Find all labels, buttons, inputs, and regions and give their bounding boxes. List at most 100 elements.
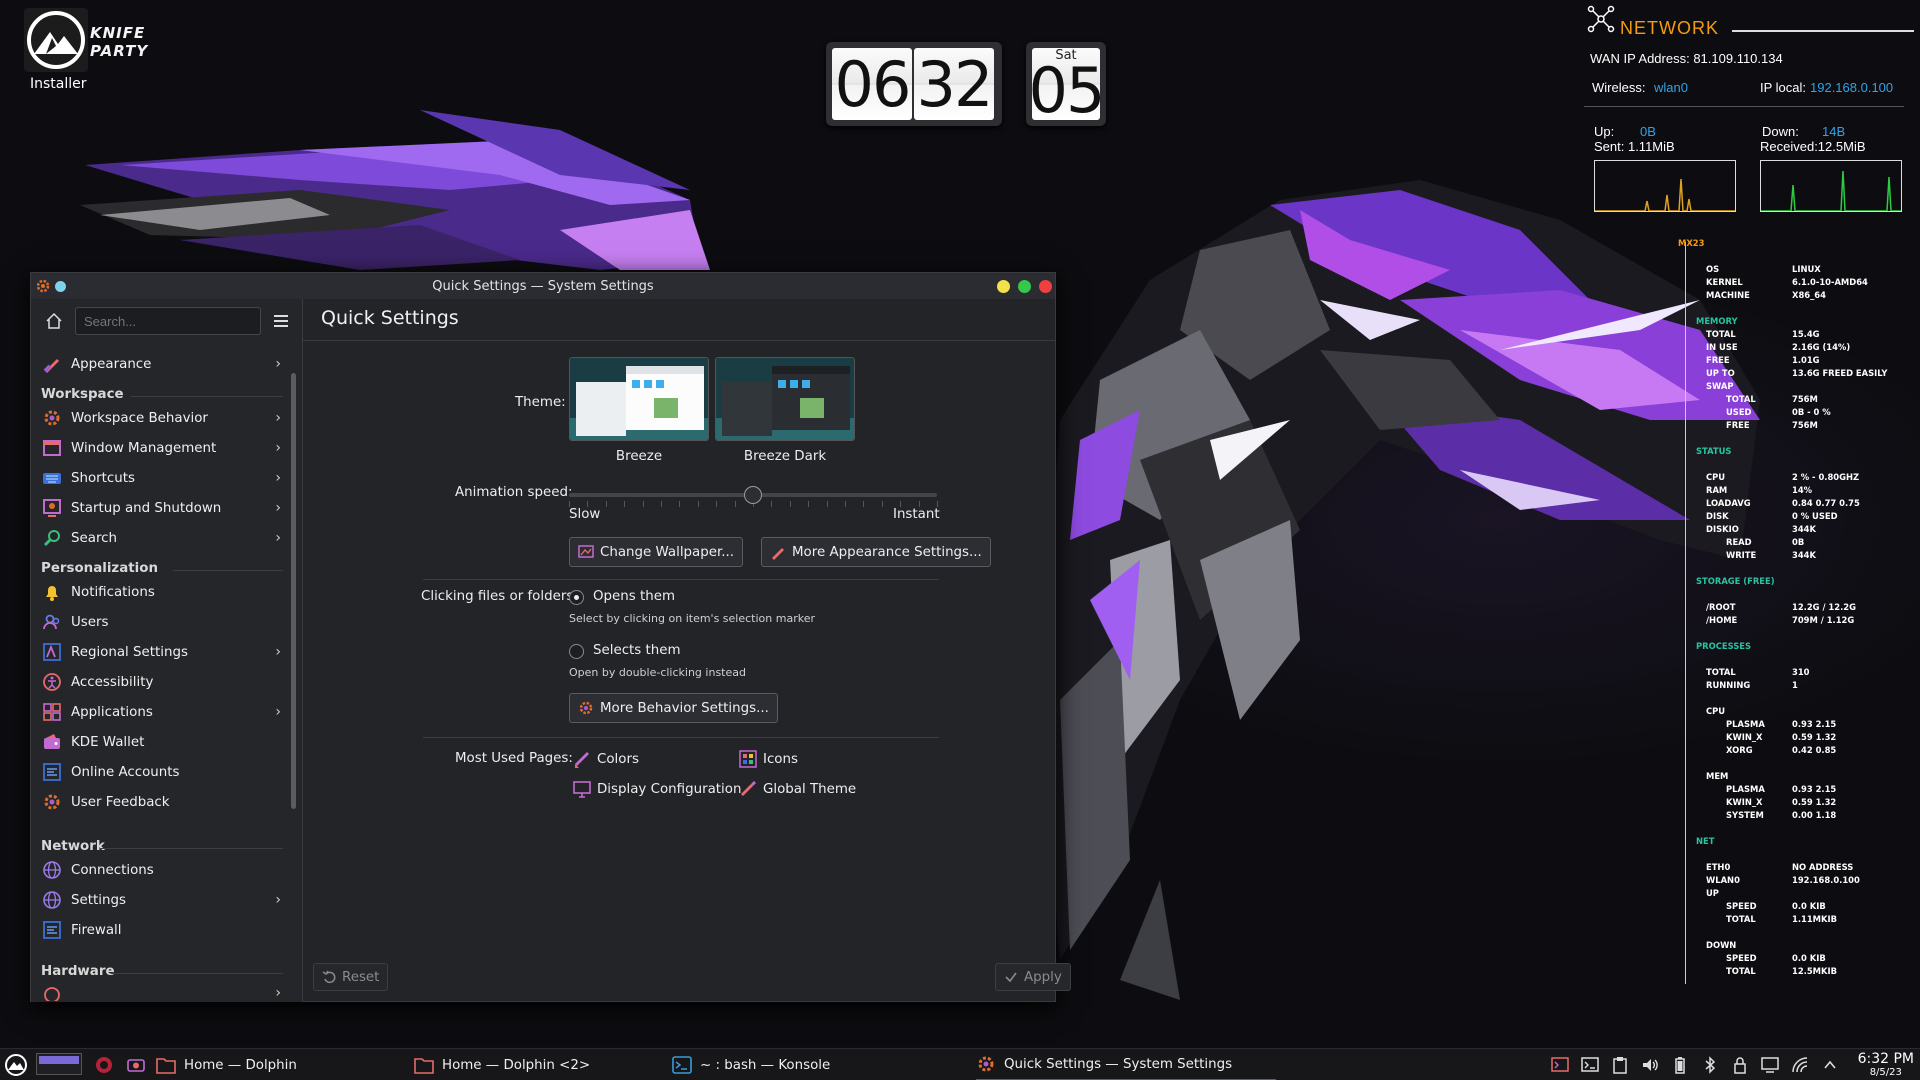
conky-root-val: 12.2G / 12.2G — [1792, 602, 1856, 612]
pager-widget[interactable] — [36, 1053, 82, 1075]
task-dolphin-2[interactable]: Home — Dolphin <2> — [414, 1049, 654, 1080]
most-used-icons[interactable]: Icons — [739, 750, 798, 768]
firewall-icon — [41, 919, 63, 941]
battery-icon[interactable] — [1670, 1055, 1690, 1075]
sidebar-item-label: Online Accounts — [71, 764, 180, 780]
sidebar-item-appearance[interactable]: Appearance › — [31, 349, 291, 379]
network-divider — [1584, 106, 1904, 107]
bluetooth-icon[interactable] — [1700, 1055, 1720, 1075]
sidebar-scrollbar[interactable] — [291, 373, 296, 809]
minimize-button[interactable] — [997, 280, 1010, 293]
conky-mem-key: MEM — [1706, 771, 1729, 781]
opens-them-label[interactable]: Opens them — [593, 589, 675, 604]
section-rule — [131, 396, 283, 397]
conky-machine-key: MACHINE — [1706, 290, 1750, 300]
sidebar-item-workspace-behavior[interactable]: Workspace Behavior › — [31, 403, 291, 433]
most-used-display-label: Display Configuration — [597, 781, 742, 797]
more-appearance-button[interactable]: More Appearance Settings... — [761, 537, 991, 567]
most-used-colors[interactable]: Colors — [573, 750, 639, 768]
sidebar-item-partial[interactable]: › — [31, 985, 291, 1001]
clock-hour: 06 — [832, 48, 912, 121]
sidebar-item-shortcuts[interactable]: Shortcuts › — [31, 463, 291, 493]
opens-them-radio[interactable] — [569, 590, 584, 605]
selects-them-radio[interactable] — [569, 644, 584, 659]
task-konsole[interactable]: ~ : bash — Konsole — [672, 1049, 962, 1080]
browser-icon[interactable] — [94, 1055, 114, 1075]
animation-label: Animation speed: — [455, 485, 573, 500]
more-behavior-button[interactable]: More Behavior Settings... — [569, 693, 778, 723]
sidebar-item-connections[interactable]: Connections — [31, 855, 291, 885]
search-input[interactable] — [75, 307, 261, 335]
conky-free-key: FREE — [1706, 355, 1730, 365]
most-used-display[interactable]: Display Configuration — [573, 780, 741, 798]
volume-icon[interactable] — [1640, 1055, 1660, 1075]
sidebar-item-notifications[interactable]: Notifications — [31, 577, 291, 607]
conky-read-val: 0B — [1792, 537, 1805, 547]
feedback-icon — [41, 791, 63, 813]
conky-upspeed-val: 0.0 KIB — [1792, 901, 1826, 911]
conky-diskio-key: DISKIO — [1706, 524, 1739, 534]
most-used-global-theme[interactable]: Global Theme — [739, 780, 856, 798]
system-settings-window: Quick Settings — System Settings Appeara… — [30, 272, 1071, 1002]
conky-ptotal-val: 310 — [1792, 667, 1810, 677]
wan-ip: WAN IP Address: 81.109.110.134 — [1590, 51, 1783, 66]
conky-eth0-key: ETH0 — [1706, 862, 1731, 872]
sidebar-item-network-settings[interactable]: Settings › — [31, 885, 291, 915]
icons-icon — [739, 750, 757, 768]
conky-inuse-key: IN USE — [1706, 342, 1738, 352]
chevron-up-icon[interactable] — [1820, 1055, 1840, 1075]
conky-uptotal-key: TOTAL — [1726, 914, 1756, 924]
sidebar-item-user-feedback[interactable]: User Feedback — [31, 787, 291, 817]
online-accounts-icon — [41, 761, 63, 783]
reset-button[interactable]: Reset — [313, 963, 389, 991]
task-dolphin-1[interactable]: Home — Dolphin — [156, 1049, 396, 1080]
maximize-button[interactable] — [1018, 280, 1031, 293]
console-tray-icon[interactable] — [1580, 1055, 1600, 1075]
screenshot-icon[interactable] — [126, 1055, 146, 1075]
home-icon[interactable] — [45, 312, 63, 330]
terminal-tray-icon[interactable] — [1550, 1055, 1570, 1075]
selects-them-label[interactable]: Selects them — [593, 643, 681, 658]
gear-icon — [41, 407, 63, 429]
section-divider — [423, 579, 939, 580]
sidebar-item-window-management[interactable]: Window Management › — [31, 433, 291, 463]
sidebar-item-online-accounts[interactable]: Online Accounts — [31, 757, 291, 787]
conky-cpu-val: 2 % - 0.80GHZ — [1792, 472, 1860, 482]
sidebar-item-kde-wallet[interactable]: KDE Wallet — [31, 727, 291, 757]
sidebar-item-applications[interactable]: Applications › — [31, 697, 291, 727]
installer-desktop-icon[interactable]: KNIFE PARTY Installer — [22, 8, 182, 98]
display-tray-icon[interactable] — [1760, 1055, 1780, 1075]
change-wallpaper-button[interactable]: Change Wallpaper... — [569, 537, 744, 567]
sidebar-item-label: Applications — [71, 704, 153, 720]
conky-home-val: 709M / 1.12G — [1792, 615, 1855, 625]
sidebar-item-regional[interactable]: Regional Settings › — [31, 637, 291, 667]
theme-breeze-preview[interactable] — [569, 357, 709, 441]
sidebar-item-label: Startup and Shutdown — [71, 500, 222, 516]
up-label: Up: — [1594, 124, 1615, 139]
flip-clock-date: Sat 05 — [1026, 42, 1106, 127]
theme-breeze-dark-preview[interactable] — [715, 357, 855, 441]
animation-slider-handle[interactable] — [744, 486, 762, 504]
most-used-colors-label: Colors — [597, 751, 639, 767]
apply-button[interactable]: Apply — [995, 963, 1071, 991]
wifi-icon[interactable] — [1790, 1055, 1810, 1075]
conky-kwin-key: KWIN_X — [1726, 732, 1763, 742]
sidebar-item-users[interactable]: Users — [31, 607, 291, 637]
lock-icon[interactable] — [1730, 1055, 1750, 1075]
sidebar-item-accessibility[interactable]: Accessibility — [31, 667, 291, 697]
window-titlebar[interactable]: Quick Settings — System Settings — [31, 273, 1055, 299]
checkmark-icon — [1005, 972, 1017, 983]
hamburger-menu-icon[interactable] — [272, 312, 290, 330]
task-system-settings[interactable]: Quick Settings — System Settings — [976, 1049, 1276, 1080]
clock-date-label: 8/5/23 — [1869, 1067, 1902, 1078]
conky-cpu-key: CPU — [1706, 472, 1726, 482]
close-button[interactable] — [1039, 280, 1052, 293]
sidebar-item-startup[interactable]: Startup and Shutdown › — [31, 493, 291, 523]
digital-clock[interactable]: 6:32 PM 8/5/23 — [1858, 1051, 1914, 1078]
sidebar-item-search[interactable]: Search › — [31, 523, 291, 553]
app-launcher-icon[interactable] — [4, 1053, 28, 1077]
sidebar-item-firewall[interactable]: Firewall — [31, 915, 291, 945]
sidebar-item-label: Appearance — [71, 356, 152, 372]
input-devices-icon — [41, 985, 63, 1001]
clipboard-icon[interactable] — [1610, 1055, 1630, 1075]
